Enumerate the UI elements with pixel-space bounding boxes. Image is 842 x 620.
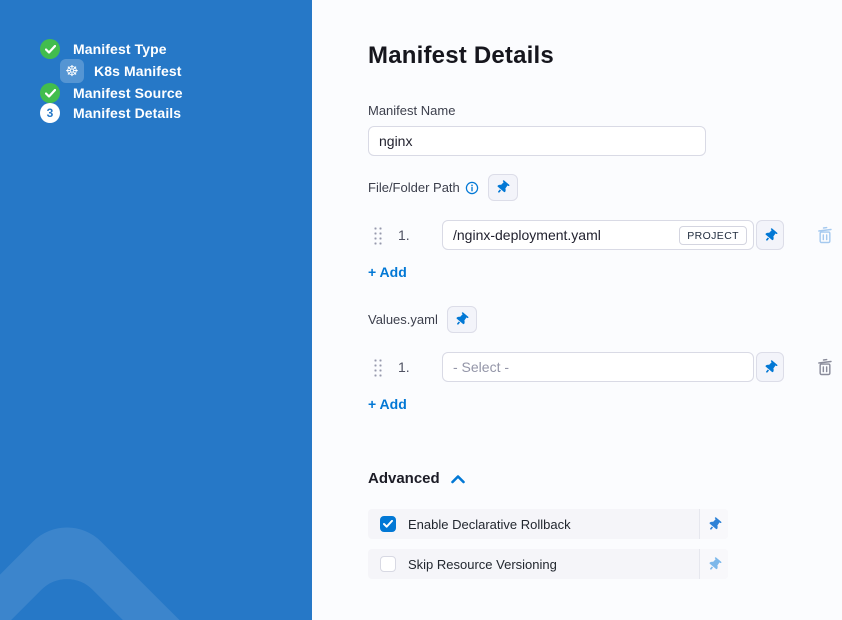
check-circle-icon <box>40 83 60 103</box>
option-label: Enable Declarative Rollback <box>408 517 699 532</box>
file-path-row: 1. PROJECT <box>368 220 842 250</box>
file-path-input-group: PROJECT <box>442 220 784 250</box>
sidebar-step-manifest-details[interactable]: 3 Manifest Details <box>40 103 312 123</box>
file-folder-path-label: File/Folder Path <box>368 180 460 195</box>
pin-button-values-row[interactable] <box>756 352 784 382</box>
scope-badge: PROJECT <box>679 226 747 245</box>
pin-icon <box>453 310 471 328</box>
chevron-up-icon <box>451 474 465 484</box>
pin-button-values-yaml[interactable] <box>447 306 477 333</box>
values-input-group <box>442 352 784 382</box>
pin-icon <box>761 358 779 376</box>
manifest-details-panel: Manifest Details Manifest Name File/Fold… <box>312 0 842 620</box>
check-circle-icon <box>40 39 60 59</box>
step-label-active: Manifest Details <box>73 105 181 121</box>
page-title: Manifest Details <box>368 42 842 70</box>
manifest-wizard: Manifest Type ☸ K8s Manifest Manifest So… <box>0 0 842 620</box>
delete-file-path-button[interactable] <box>815 224 835 246</box>
values-select-wrap <box>442 352 754 382</box>
pin-icon <box>705 555 723 573</box>
drag-handle-icon[interactable] <box>373 358 382 377</box>
drag-handle-icon[interactable] <box>373 226 382 245</box>
manifest-name-label: Manifest Name <box>368 103 842 118</box>
file-path-input[interactable] <box>453 227 679 243</box>
substep-label: K8s Manifest <box>94 63 182 79</box>
option-label: Skip Resource Versioning <box>408 557 699 572</box>
sidebar-step-manifest-type[interactable]: Manifest Type <box>40 39 312 59</box>
manifest-name-input[interactable] <box>368 126 706 156</box>
values-yaml-label: Values.yaml <box>368 312 438 327</box>
file-path-input-wrap: PROJECT <box>442 220 754 250</box>
add-values-yaml-button[interactable]: + Add <box>368 396 407 412</box>
kubernetes-icon: ☸ <box>60 59 84 83</box>
info-icon[interactable] <box>465 181 479 195</box>
sidebar-step-manifest-source[interactable]: Manifest Source <box>40 83 312 103</box>
step-label: Manifest Source <box>73 85 183 101</box>
wizard-sidebar: Manifest Type ☸ K8s Manifest Manifest So… <box>0 0 312 620</box>
delete-values-row-button[interactable] <box>815 356 835 378</box>
values-yaml-row: 1. <box>368 352 842 382</box>
trash-icon <box>815 224 835 246</box>
row-index: 1. <box>398 227 418 243</box>
pin-button-file-folder-path[interactable] <box>488 174 518 201</box>
sidebar-substep-k8s-manifest[interactable]: ☸ K8s Manifest <box>60 59 312 83</box>
file-folder-path-label-row: File/Folder Path <box>368 174 842 201</box>
pin-icon <box>494 178 512 196</box>
pin-icon <box>761 226 779 244</box>
pin-icon <box>705 515 723 533</box>
pin-button-declarative-rollback[interactable] <box>699 509 728 539</box>
checkbox-declarative-rollback[interactable] <box>380 516 396 532</box>
values-select-input[interactable] <box>453 359 747 375</box>
option-row-skip-resource-versioning: Skip Resource Versioning <box>368 549 728 579</box>
pin-button-file-path-row[interactable] <box>756 220 784 250</box>
pin-button-skip-resource-versioning[interactable] <box>699 549 728 579</box>
add-file-path-button[interactable]: + Add <box>368 264 407 280</box>
step-label: Manifest Type <box>73 41 167 57</box>
advanced-label: Advanced <box>368 470 440 487</box>
row-index: 1. <box>398 359 418 375</box>
checkbox-skip-resource-versioning[interactable] <box>380 556 396 572</box>
trash-icon <box>815 356 835 378</box>
option-row-declarative-rollback: Enable Declarative Rollback <box>368 509 728 539</box>
values-yaml-label-row: Values.yaml <box>368 306 842 333</box>
advanced-section-toggle[interactable]: Advanced <box>368 470 842 487</box>
step-number-badge: 3 <box>40 103 60 123</box>
